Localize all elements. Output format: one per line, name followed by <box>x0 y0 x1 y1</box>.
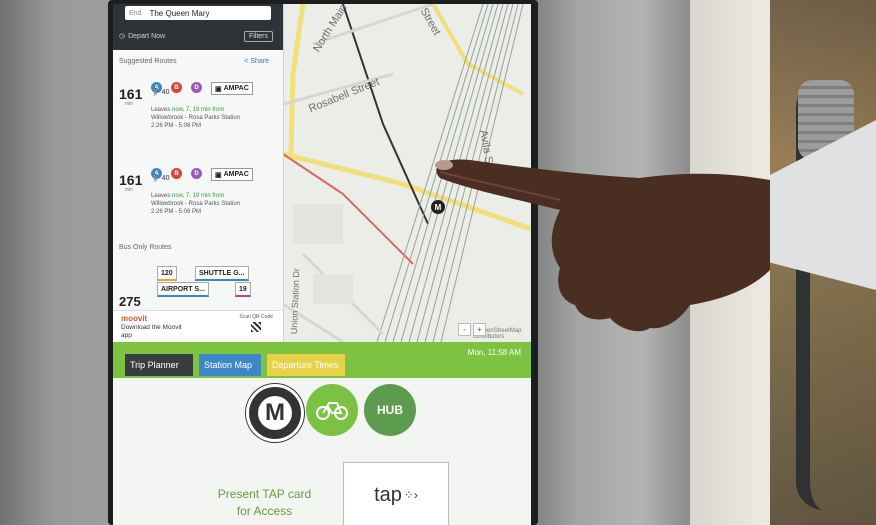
pointing-hand <box>435 120 876 332</box>
kiosk-photo: North Main St Street Rosabell Street Avi… <box>0 0 876 525</box>
